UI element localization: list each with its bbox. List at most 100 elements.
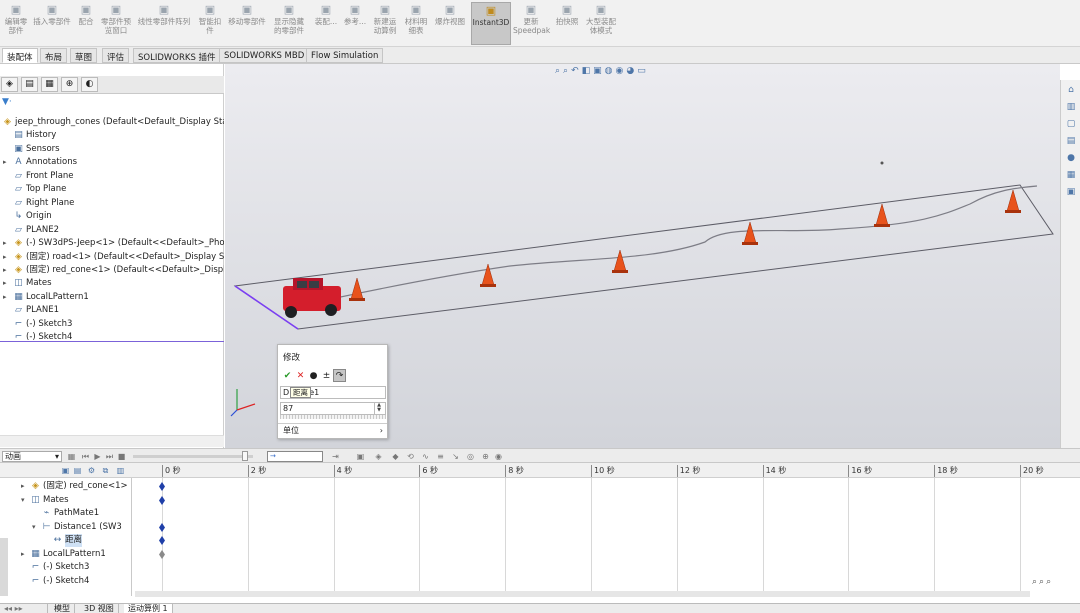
tree-item[interactable]: ▸ ▦ LocalLPattern1	[0, 291, 224, 304]
motion-tree-item[interactable]: ▾ ◫ Mates	[0, 494, 132, 507]
motion-tree-item[interactable]: ▸ ▦ LocalLPattern1	[0, 548, 132, 561]
tree-item[interactable]: ⌐ (-) Sketch3	[0, 318, 224, 331]
playback-mode-select[interactable]: →	[267, 451, 323, 462]
custom-properties-icon[interactable]: ▦	[1064, 169, 1078, 182]
filter-driving-icon[interactable]: ▤	[72, 465, 83, 476]
ribbon-button-1[interactable]: ▣ 插入零部件	[32, 2, 72, 45]
ribbon-button-10[interactable]: ▣ 新建运 动算例	[370, 2, 400, 45]
dimxpert-tab-icon[interactable]: ⊕	[61, 77, 78, 92]
autokey-icon[interactable]: ◈	[373, 451, 384, 462]
results-icon[interactable]: ◉	[493, 451, 504, 462]
forum-icon[interactable]: ▣	[1064, 186, 1078, 199]
tab-1[interactable]: 布局	[40, 48, 68, 63]
ribbon-button-15[interactable]: ▣ 拍快照	[555, 2, 579, 45]
study-type-select[interactable]: 动画 ▾	[2, 451, 62, 462]
keyframe-diamond-icon[interactable]	[159, 482, 165, 491]
design-library-icon[interactable]: ▥	[1064, 101, 1078, 114]
rebuild-icon[interactable]: ●	[307, 370, 320, 383]
tree-item[interactable]: ▸ ◈ (固定) red_cone<1> (Default<<Default>_Di…	[0, 264, 224, 277]
tree-item[interactable]: ▱ PLANE2	[0, 224, 224, 237]
file-explorer-icon[interactable]: ▢	[1064, 118, 1078, 131]
tab-5[interactable]: SOLIDWORKS MBD	[219, 48, 310, 63]
tree-item[interactable]: ▸ ◈ (-) SW3dPS-Jeep<1> (Default<<Default>_…	[0, 237, 224, 250]
view-palette-icon[interactable]: ▤	[1064, 135, 1078, 148]
spin-arrows-icon[interactable]: ▲ ▼	[374, 403, 383, 414]
value-thumbwheel[interactable]	[280, 415, 386, 419]
stop-icon[interactable]: ■	[116, 451, 127, 462]
motion-tree-item[interactable]: ⌐ (-) Sketch4	[0, 575, 132, 588]
dimension-value-input[interactable]: 87 ▲ ▼	[280, 402, 386, 415]
ribbon-button-16[interactable]: ▣ 大型装配 体模式	[583, 2, 619, 45]
motor-icon[interactable]: ⟲	[405, 451, 416, 462]
expand-tree-icon[interactable]: ▥	[115, 465, 126, 476]
play-icon[interactable]: ▶	[92, 451, 103, 462]
zoom-out-icon[interactable]: ⌕	[1032, 577, 1039, 587]
animation-wizard-icon[interactable]: ▣	[355, 451, 366, 462]
expand-arrow-icon[interactable]: ▸	[21, 548, 25, 561]
document-tab-2[interactable]: 运动算例 1	[124, 604, 173, 613]
ribbon-button-14[interactable]: ▣ 更新 Speedpak	[513, 2, 550, 45]
tree-horizontal-scrollbar[interactable]	[0, 435, 224, 447]
tree-item[interactable]: ▸ ◫ Mates	[0, 277, 224, 290]
rewind-icon[interactable]: ⏮	[80, 451, 91, 462]
config-manager-tab-icon[interactable]: ▦	[41, 77, 58, 92]
playback-speed-track[interactable]	[133, 455, 253, 458]
keyframe-diamond-icon[interactable]	[159, 549, 165, 559]
expand-arrow-icon[interactable]: ▸	[3, 156, 11, 169]
units-row[interactable]: 单位 ›	[278, 423, 387, 438]
tab-6[interactable]: Flow Simulation	[306, 48, 384, 63]
tree-item[interactable]: ⌐ (-) Sketch4	[0, 331, 224, 344]
property-manager-tab-icon[interactable]: ▤	[21, 77, 38, 92]
ribbon-button-11[interactable]: ▣ 材料明 细表	[403, 2, 429, 45]
ribbon-button-3[interactable]: ▣ 零部件预 览窗口	[100, 2, 132, 45]
ribbon-button-13[interactable]: ▣ Instant3D	[471, 2, 511, 45]
gravity-icon[interactable]: ⊕	[480, 451, 491, 462]
filter-animated-icon[interactable]: ▣	[60, 465, 71, 476]
zoom-fit-timeline-icon[interactable]: ⌕	[1046, 577, 1053, 587]
tab-2[interactable]: 草图	[70, 48, 98, 63]
home-icon[interactable]: ⌂	[1064, 84, 1078, 97]
tree-item[interactable]: ▱ Right Plane	[0, 197, 224, 210]
motion-tree-item[interactable]: ↔ 距离	[0, 534, 132, 547]
timeline-horizontal-scrollbar[interactable]	[135, 591, 1030, 597]
tree-item[interactable]: ▱ PLANE1	[0, 304, 224, 317]
force-icon[interactable]: ↘	[450, 451, 461, 462]
expand-arrow-icon[interactable]: ▸	[21, 480, 25, 493]
filter-results-icon[interactable]: ⧉	[100, 465, 111, 476]
ribbon-button-6[interactable]: ▣ 移动零部件	[226, 2, 268, 45]
tab-scroll-arrows-icon[interactable]: ◂◂ ▸▸	[0, 604, 48, 613]
motion-tree-item[interactable]: ⌐ (-) Sketch3	[0, 561, 132, 574]
tree-item[interactable]: ↳ Origin	[0, 210, 224, 223]
expand-arrow-icon[interactable]: ▸	[3, 277, 11, 290]
tree-item[interactable]: ▱ Front Plane	[0, 170, 224, 183]
tree-item[interactable]: ▱ Top Plane	[0, 183, 224, 196]
ribbon-button-4[interactable]: ▣ 线性零部件阵列	[134, 2, 194, 45]
document-tab-0[interactable]: 模型	[50, 604, 75, 613]
reset-spin-icon[interactable]: ±	[320, 370, 333, 383]
calculate-icon[interactable]: ▦	[66, 451, 77, 462]
tree-item[interactable]: ▣ Sensors	[0, 143, 224, 156]
tab-0[interactable]: 装配体	[2, 48, 38, 63]
ribbon-button-7[interactable]: ▣ 显示隐藏 的零部件	[270, 2, 308, 45]
tab-4[interactable]: SOLIDWORKS 插件	[133, 48, 221, 63]
cancel-x-icon[interactable]: ✕	[294, 370, 307, 383]
expand-arrow-icon[interactable]: ▸	[3, 237, 11, 250]
damper-icon[interactable]: ≡	[435, 451, 446, 462]
tree-item[interactable]: ▸ A Annotations	[0, 156, 224, 169]
expand-arrow-icon[interactable]: ▾	[32, 521, 36, 534]
spring-icon[interactable]: ∿	[420, 451, 431, 462]
ribbon-button-12[interactable]: ▣ 爆炸视图	[432, 2, 468, 45]
ribbon-button-5[interactable]: ▣ 智能扣 件	[196, 2, 224, 45]
ribbon-button-2[interactable]: ▣ 配合	[74, 2, 98, 45]
expand-arrow-icon[interactable]: ▸	[3, 251, 11, 264]
ok-check-icon[interactable]: ✔	[281, 370, 294, 383]
tree-item[interactable]: ▤ History	[0, 129, 224, 142]
tab-3[interactable]: 评估	[102, 48, 130, 63]
appearances-icon[interactable]: ●	[1064, 152, 1078, 165]
filter-selected-icon[interactable]: ⚙	[86, 465, 97, 476]
motion-tree-item[interactable]: ▸ ◈ (固定) red_cone<1>	[0, 480, 132, 493]
document-tab-1[interactable]: 3D 视图	[80, 604, 119, 613]
save-animation-icon[interactable]: ⇥	[330, 451, 341, 462]
ribbon-button-9[interactable]: ▣ 参考...	[342, 2, 368, 45]
keyframe-diamond-icon[interactable]	[159, 536, 165, 545]
